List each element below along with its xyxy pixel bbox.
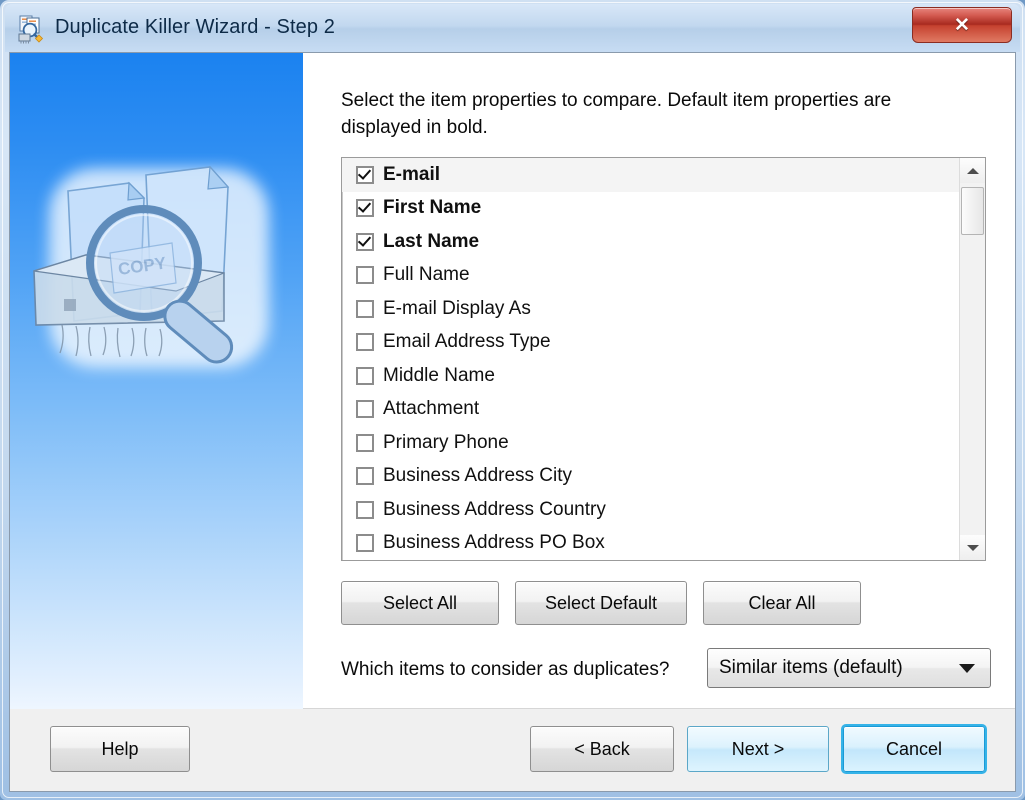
title-bar: Duplicate Killer Wizard - Step 2 ✕	[5, 4, 1020, 52]
wizard-panel: COPY Select the item properties to compa…	[10, 53, 1015, 709]
scroll-up-button[interactable]	[960, 158, 985, 183]
list-item-label: Last Name	[383, 230, 480, 252]
list-item-label: E-mail Display As	[383, 297, 531, 319]
checkbox-unchecked-icon[interactable]	[356, 467, 374, 486]
checkbox-unchecked-icon[interactable]	[356, 366, 374, 385]
duplicate-killer-icon	[17, 14, 47, 44]
dialog-footer: Help < Back Next > Cancel	[10, 709, 1015, 791]
list-item[interactable]: Business Address Country	[342, 493, 959, 527]
list-item[interactable]: E-mail Display As	[342, 292, 959, 326]
scroll-down-button[interactable]	[960, 535, 985, 560]
checkbox-unchecked-icon[interactable]	[356, 433, 374, 452]
help-button[interactable]: Help	[50, 726, 190, 772]
list-item[interactable]: Full Name	[342, 259, 959, 293]
select-default-button[interactable]: Select Default	[515, 581, 687, 625]
list-item-label: Business Address Country	[383, 498, 606, 520]
list-item-label: Business Address PO Box	[383, 532, 605, 554]
clear-all-label: Clear All	[748, 592, 816, 613]
next-button[interactable]: Next >	[687, 726, 829, 772]
clear-all-button[interactable]: Clear All	[703, 581, 861, 625]
list-item-label: Business Address City	[383, 465, 573, 487]
checkbox-checked-icon[interactable]	[356, 165, 374, 184]
checkbox-unchecked-icon[interactable]	[356, 333, 374, 352]
list-item-label: Full Name	[383, 264, 470, 286]
list-item[interactable]: Last Name	[342, 225, 959, 259]
chevron-up-icon	[966, 167, 979, 174]
list-scrollbar[interactable]	[959, 158, 985, 560]
shredder-documents-magnifier-illustration: COPY	[24, 143, 294, 403]
dialog-client-area: COPY Select the item properties to compa…	[9, 52, 1016, 792]
cancel-button[interactable]: Cancel	[843, 726, 985, 772]
duplicates-mode-dropdown[interactable]: Similar items (default)	[707, 648, 991, 688]
duplicates-mode-value: Similar items (default)	[719, 657, 903, 678]
checkbox-unchecked-icon[interactable]	[356, 400, 374, 419]
next-label: Next >	[731, 738, 785, 759]
property-list-items: E-mail First Name Last Name Full Name E-…	[342, 158, 959, 560]
list-item[interactable]: First Name	[342, 192, 959, 226]
chevron-down-icon	[966, 544, 979, 551]
list-item-label: Middle Name	[383, 364, 495, 386]
checkbox-unchecked-icon[interactable]	[356, 534, 374, 553]
list-item[interactable]: Email Address Type	[342, 326, 959, 360]
checkbox-unchecked-icon[interactable]	[356, 266, 374, 285]
list-item[interactable]: Primary Phone	[342, 426, 959, 460]
wizard-sidebar-banner: COPY	[10, 53, 303, 709]
wizard-content: Select the item properties to compare. D…	[303, 53, 1015, 709]
cancel-label: Cancel	[885, 738, 943, 759]
close-button[interactable]: ✕	[912, 7, 1012, 43]
instruction-text: Select the item properties to compare. D…	[341, 90, 892, 138]
checkbox-checked-icon[interactable]	[356, 199, 374, 218]
list-item[interactable]: E-mail	[342, 158, 959, 192]
list-item[interactable]: Business Address PO Box	[342, 527, 959, 561]
chevron-down-icon	[959, 663, 975, 673]
list-item-label: First Name	[383, 197, 482, 219]
window-title: Duplicate Killer Wizard - Step 2	[55, 16, 335, 38]
property-list-box[interactable]: E-mail First Name Last Name Full Name E-…	[341, 157, 986, 561]
list-item-label: Attachment	[383, 398, 480, 420]
back-button[interactable]: < Back	[530, 726, 674, 772]
list-item-label: Primary Phone	[383, 431, 509, 453]
window-frame: Duplicate Killer Wizard - Step 2 ✕ COPY …	[0, 0, 1025, 800]
close-icon: ✕	[954, 14, 970, 36]
help-label: Help	[101, 738, 139, 759]
checkbox-unchecked-icon[interactable]	[356, 299, 374, 318]
list-item-label: E-mail	[383, 163, 441, 185]
list-item[interactable]: Business Address City	[342, 460, 959, 494]
select-default-label: Select Default	[544, 592, 658, 613]
checkbox-unchecked-icon[interactable]	[356, 500, 374, 519]
select-all-label: Select All	[382, 592, 458, 613]
checkbox-checked-icon[interactable]	[356, 232, 374, 251]
select-all-button[interactable]: Select All	[341, 581, 499, 625]
list-item[interactable]: Middle Name	[342, 359, 959, 393]
scrollbar-thumb[interactable]	[961, 187, 984, 235]
duplicates-question-label: Which items to consider as duplicates?	[341, 659, 670, 680]
list-item[interactable]: Attachment	[342, 393, 959, 427]
list-item-label: Email Address Type	[383, 331, 551, 353]
back-label: < Back	[574, 738, 630, 759]
